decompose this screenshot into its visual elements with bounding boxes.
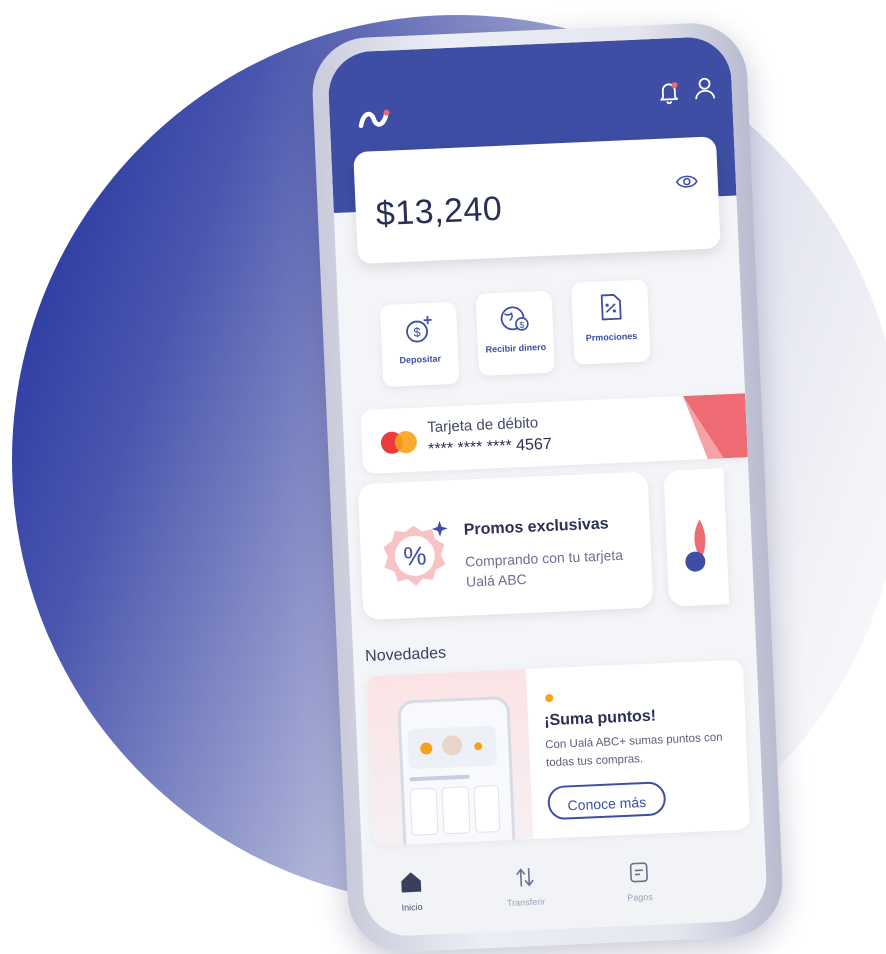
star-icon	[545, 694, 554, 703]
receive-money-icon: $	[500, 306, 529, 331]
home-icon	[401, 872, 422, 893]
discount-badge-icon: %	[383, 520, 448, 586]
phone-mockup: $13,240 $ Depositar $ Recibir dinero Prm…	[310, 20, 785, 954]
svg-text:$: $	[519, 320, 524, 330]
card-title: Tarjeta de débito	[426, 414, 539, 437]
promotions-label: Prmociones	[585, 330, 638, 344]
card-number: **** **** **** 4567	[427, 435, 553, 459]
promo-title: Promos exclusivas	[463, 515, 609, 539]
card-graphic	[683, 393, 748, 459]
quick-actions: $ Depositar $ Recibir dinero Prmociones	[379, 279, 663, 391]
deposit-icon: $	[406, 316, 432, 343]
transfer-icon	[516, 868, 534, 887]
news-image	[366, 669, 534, 846]
receive-money-label: Recibir dinero	[485, 341, 547, 355]
promotions-icon	[600, 294, 622, 321]
debit-card-row[interactable]: Tarjeta de débito **** **** **** 4567	[360, 393, 748, 475]
news-section-title: Novedades	[364, 644, 447, 666]
nav-item-inicio[interactable]: Inicio	[371, 870, 453, 914]
mini-app-preview	[407, 725, 501, 836]
deposit-label: Depositar	[399, 353, 442, 366]
news-description: Con Ualá ABC+ sumas puntos con todas tus…	[544, 731, 723, 770]
receive-money-button[interactable]: $ Recibir dinero	[475, 290, 555, 376]
news-card: ¡Suma puntos! Con Ualá ABC+ sumas puntos…	[366, 659, 751, 846]
promo-description: Comprando con tu tarjeta Ualá ABC	[464, 546, 624, 590]
bottom-navigation: Inicio Transferir Pagos	[361, 833, 769, 938]
deposit-button[interactable]: $ Depositar	[379, 301, 460, 388]
promo-card[interactable]: % Promos exclusivas Comprando con tu tar…	[357, 471, 654, 621]
balance-card: $13,240	[353, 136, 721, 265]
learn-more-button[interactable]: Conoce más	[547, 781, 667, 821]
nav-label-transferir: Transferir	[506, 896, 546, 909]
nav-item-transferir[interactable]: Transferir	[485, 865, 567, 909]
phone-screen: $13,240 $ Depositar $ Recibir dinero Prm…	[326, 35, 769, 938]
nav-label-pagos: Pagos	[626, 891, 653, 903]
bell-icon[interactable]	[657, 80, 680, 105]
next-promo-card[interactable]	[663, 468, 730, 607]
nav-item-pagos[interactable]: Pagos	[598, 860, 680, 904]
svg-text:$: $	[413, 324, 422, 339]
uala-logo-icon	[358, 109, 390, 129]
promo-badge-text: %	[403, 540, 427, 571]
promotions-button[interactable]: Prmociones	[571, 279, 651, 365]
promo-graphic	[685, 519, 706, 572]
eye-icon[interactable]	[675, 173, 698, 190]
nav-label-inicio: Inicio	[401, 901, 423, 913]
payments-icon	[629, 862, 648, 883]
balance-amount: $13,240	[375, 189, 504, 234]
news-heading: ¡Suma puntos!	[543, 707, 657, 730]
mini-phone-illustration	[397, 695, 517, 846]
user-icon[interactable]	[693, 76, 716, 101]
mastercard-icon	[380, 431, 417, 454]
